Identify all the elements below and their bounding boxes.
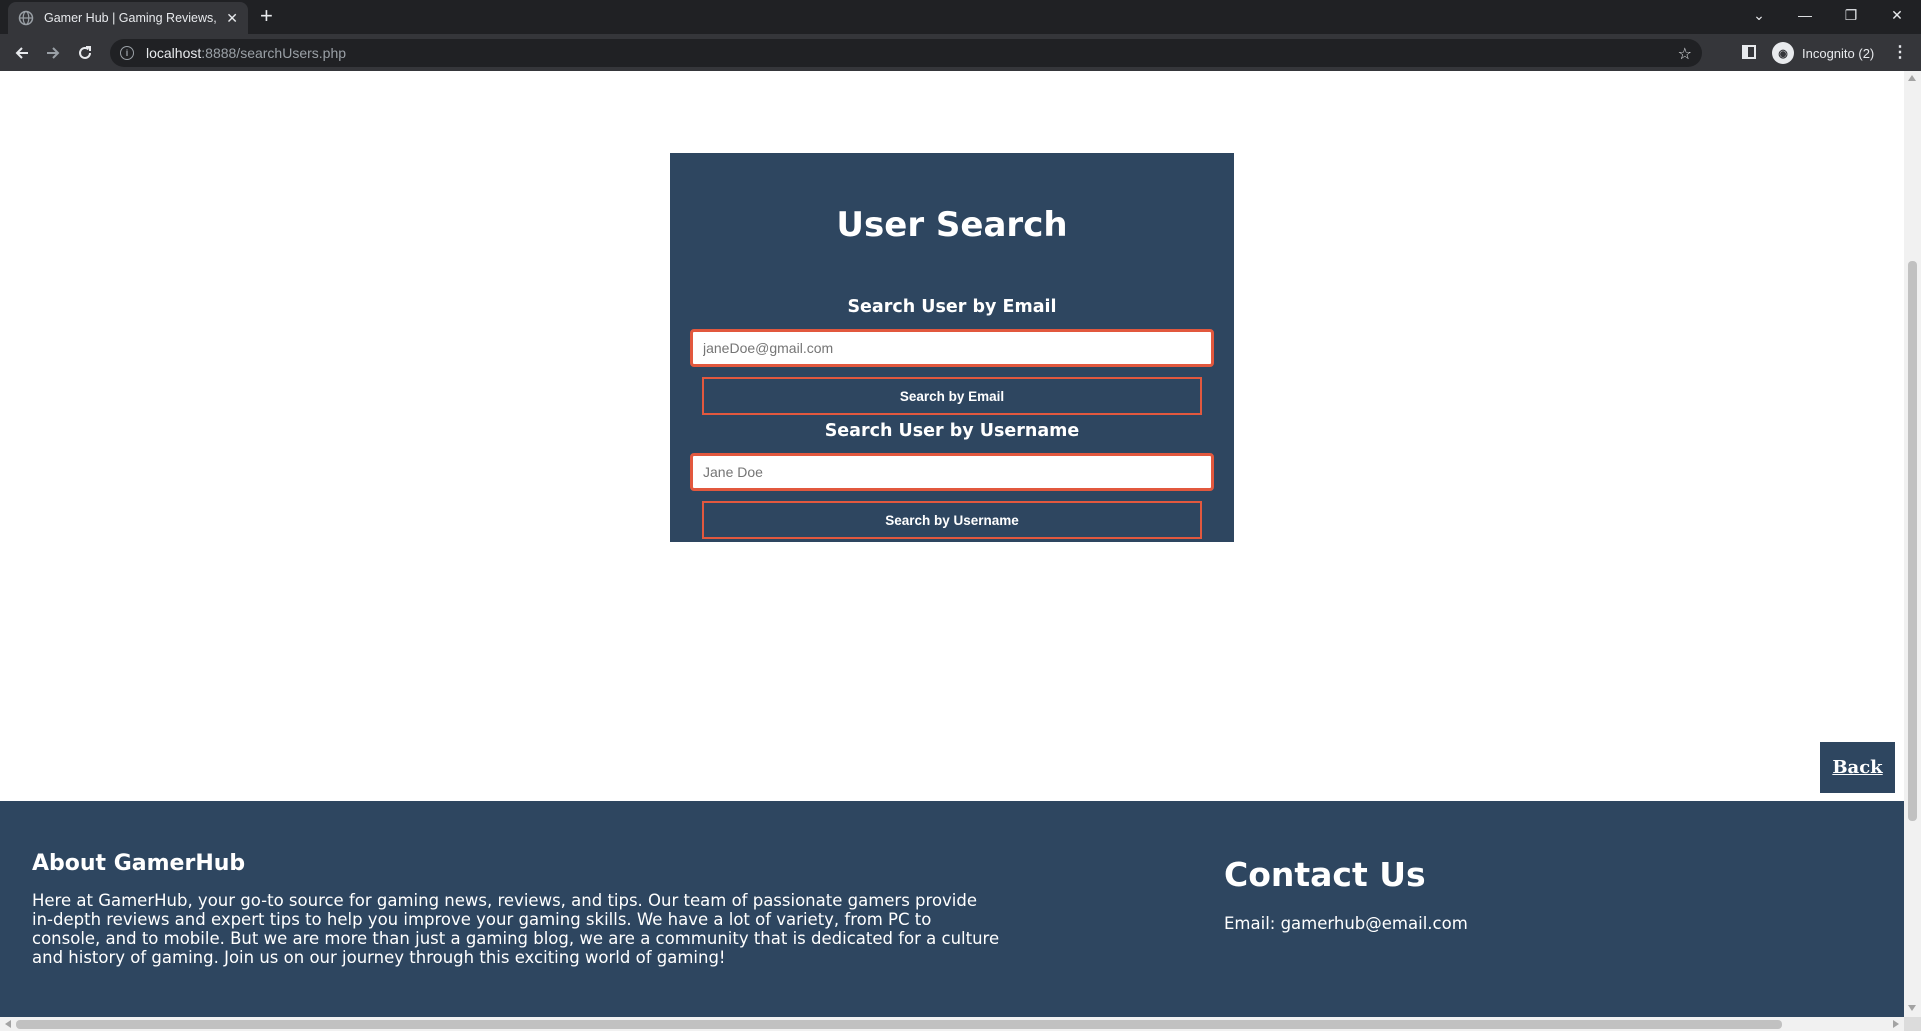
search-by-email-button[interactable]: Search by Email: [702, 377, 1202, 415]
minimize-button[interactable]: —: [1782, 0, 1828, 30]
new-tab-button[interactable]: +: [260, 5, 273, 27]
site-footer: About GamerHub Here at GamerHub, your go…: [0, 801, 1904, 1017]
scroll-left-icon[interactable]: [5, 1020, 11, 1028]
username-section-label: Search User by Username: [824, 421, 1080, 441]
profile-label: Incognito (2): [1802, 45, 1875, 61]
more-menu-icon[interactable]: ⋮: [1892, 42, 1908, 62]
browser-tab-strip: Gamer Hub | Gaming Reviews, Tips ✕ + ⌄ —…: [0, 0, 1921, 34]
about-text: Here at GamerHub, your go-to source for …: [32, 891, 1000, 967]
browser-tab[interactable]: Gamer Hub | Gaming Reviews, Tips ✕: [8, 2, 248, 34]
vertical-scrollbar[interactable]: [1904, 71, 1921, 1017]
page-viewport: User Search Search User by Email Search …: [0, 71, 1904, 1017]
scroll-up-icon[interactable]: [1908, 75, 1916, 81]
back-nav-icon[interactable]: [9, 40, 35, 66]
vertical-scroll-thumb[interactable]: [1908, 261, 1917, 821]
email-search-input[interactable]: [690, 329, 1214, 367]
globe-icon: [18, 10, 34, 26]
scroll-right-icon[interactable]: [1893, 1020, 1899, 1028]
scroll-down-icon[interactable]: [1908, 1005, 1916, 1011]
horizontal-scroll-thumb[interactable]: [16, 1020, 1782, 1029]
url-path: :8888/searchUsers.php: [201, 45, 347, 61]
reload-icon[interactable]: [72, 40, 98, 66]
side-panel-icon[interactable]: [1742, 45, 1756, 59]
tab-search-icon[interactable]: ⌄: [1736, 0, 1782, 30]
contact-email: Email: gamerhub@email.com: [1224, 914, 1468, 933]
bookmark-star-icon[interactable]: ☆: [1678, 44, 1692, 63]
scrollbar-corner: [1904, 1017, 1921, 1031]
user-search-card: User Search Search User by Email Search …: [670, 153, 1234, 542]
email-section-label: Search User by Email: [847, 297, 1057, 317]
about-title: About GamerHub: [32, 851, 246, 876]
incognito-icon: ◉: [1772, 42, 1794, 64]
restore-button[interactable]: ❐: [1828, 0, 1874, 30]
tab-title: Gamer Hub | Gaming Reviews, Tips: [44, 11, 218, 25]
url-host: localhost: [146, 45, 202, 61]
browser-toolbar: i localhost:8888/searchUsers.php ☆ ◉ Inc…: [0, 34, 1921, 71]
forward-nav-icon[interactable]: [40, 40, 66, 66]
horizontal-scrollbar[interactable]: [0, 1017, 1904, 1031]
profile-button[interactable]: ◉ Incognito (2): [1772, 40, 1874, 66]
close-tab-icon[interactable]: ✕: [226, 10, 238, 27]
address-bar[interactable]: i localhost:8888/searchUsers.php ☆: [110, 39, 1702, 67]
back-button[interactable]: Back: [1820, 742, 1895, 793]
contact-title: Contact Us: [1224, 855, 1426, 894]
search-by-username-button[interactable]: Search by Username: [702, 501, 1202, 539]
site-info-icon[interactable]: i: [120, 46, 134, 60]
page-title: User Search: [836, 205, 1068, 245]
username-search-input[interactable]: [690, 453, 1214, 491]
close-window-button[interactable]: ✕: [1874, 0, 1920, 30]
